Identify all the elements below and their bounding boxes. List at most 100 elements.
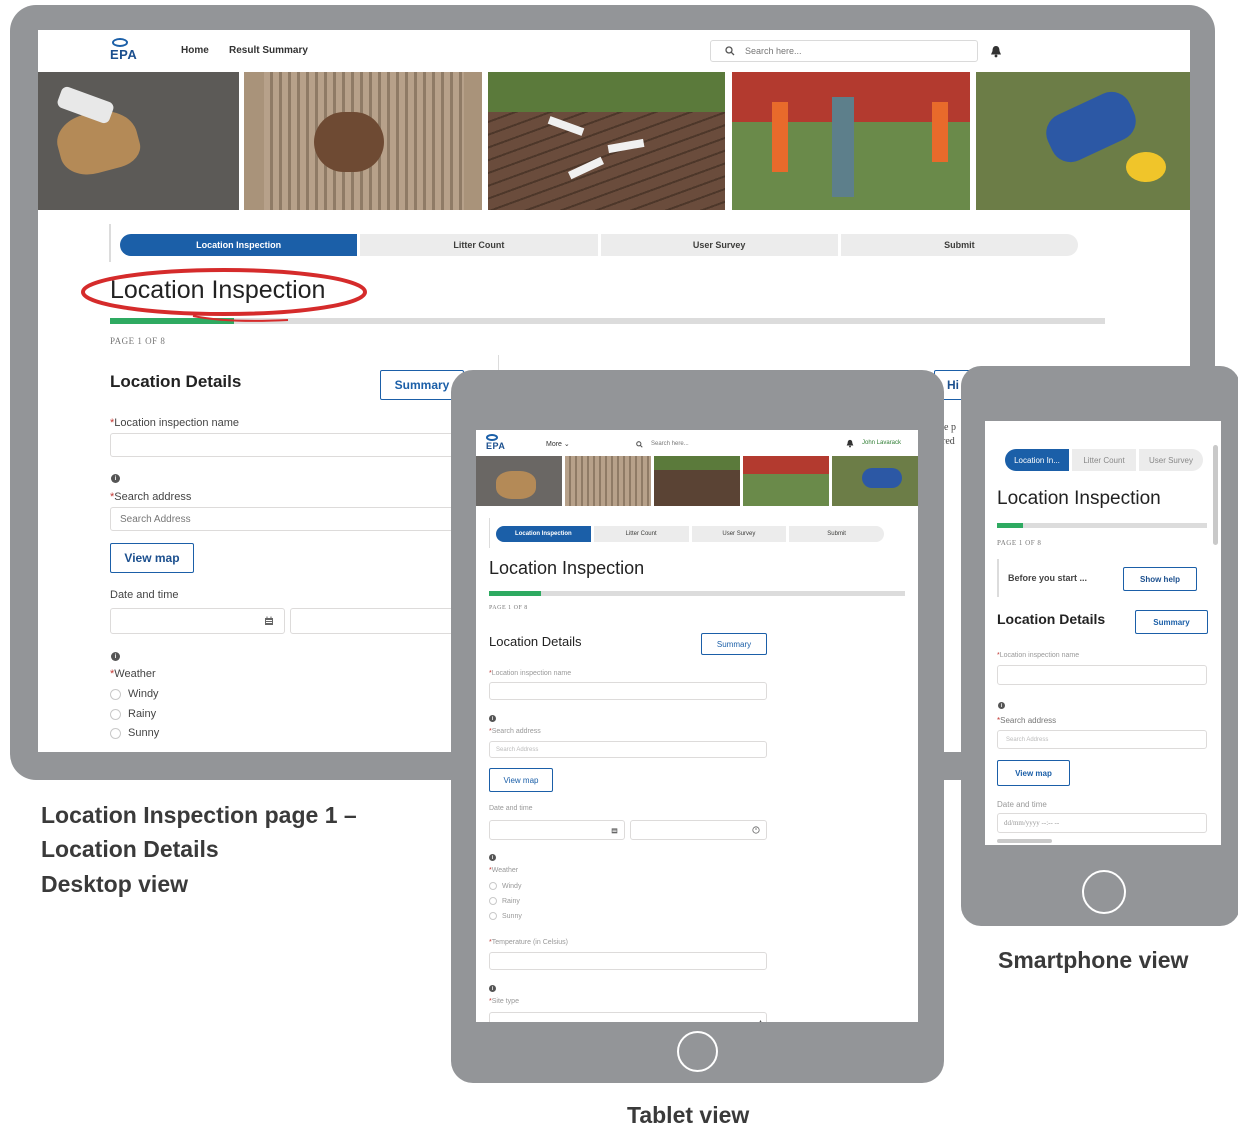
weather-option-label: Windy — [502, 882, 522, 890]
global-search-input[interactable]: Search here... — [710, 40, 978, 62]
search-address-placeholder: Search Address — [496, 746, 539, 753]
weather-option-rainy[interactable]: Rainy — [110, 708, 156, 720]
epa-logo[interactable]: EPA — [486, 434, 505, 451]
tablet-home-button[interactable] — [677, 1031, 718, 1072]
page-count: PAGE 1 OF 8 — [110, 336, 166, 346]
banner-photo-volunteers — [732, 72, 970, 210]
date-input[interactable] — [489, 820, 625, 840]
weather-option-sunny[interactable]: Sunny — [489, 912, 522, 920]
banner-photo-phone-user — [244, 72, 482, 210]
page-progress-bar — [997, 523, 1207, 528]
view-map-button[interactable]: View map — [997, 760, 1070, 786]
weather-label: *Weather — [489, 867, 519, 874]
banner-photo-volunteers — [743, 456, 829, 506]
caption-desktop-line-3: Desktop view — [41, 871, 188, 897]
epa-logo-text: EPA — [486, 441, 506, 451]
smartphone-home-button[interactable] — [1082, 870, 1126, 914]
info-icon[interactable]: i — [998, 702, 1005, 709]
weather-option-label: Sunny — [128, 727, 160, 739]
date-placeholder: dd/mm/yyyy --:-- -- — [1004, 819, 1060, 827]
path-step-submit[interactable]: Submit — [840, 234, 1078, 256]
info-icon[interactable]: i — [111, 474, 120, 483]
epa-logo[interactable]: EPA — [110, 38, 137, 62]
inspection-path: Location Inspection Litter Count User Su… — [496, 526, 884, 542]
path-step-location-inspection[interactable]: Location Inspection — [120, 234, 358, 256]
search-address-input[interactable]: Search Address — [489, 741, 767, 758]
epa-swoosh-icon — [486, 434, 498, 441]
inspection-path: Location Inspection Litter Count User Su… — [120, 234, 1078, 256]
date-time-input[interactable]: dd/mm/yyyy --:-- -- — [997, 813, 1207, 833]
location-name-input[interactable] — [489, 682, 767, 700]
search-address-label: *Search address — [997, 716, 1057, 725]
nav-result-summary[interactable]: Result Summary — [229, 45, 308, 56]
path-step-user-survey[interactable]: User Survey — [1139, 449, 1203, 471]
path-step-user-survey[interactable]: User Survey — [691, 526, 787, 542]
radio-circle[interactable] — [110, 727, 121, 739]
date-input[interactable] — [110, 608, 285, 634]
path-step-litter-count[interactable]: Litter Count — [360, 234, 598, 256]
path-step-user-survey[interactable]: User Survey — [600, 234, 838, 256]
path-step-location-inspection[interactable]: Location In... — [1005, 449, 1069, 471]
horizontal-scrollbar[interactable] — [997, 839, 1052, 843]
banner-photo-strip — [38, 72, 1190, 210]
time-input[interactable] — [630, 820, 767, 840]
search-address-input[interactable]: Search Address — [997, 730, 1207, 749]
show-help-button[interactable]: Show help — [1123, 567, 1197, 591]
summary-button[interactable]: Summary — [701, 633, 767, 655]
weather-option-label: Windy — [128, 688, 159, 700]
weather-option-windy[interactable]: Windy — [489, 882, 521, 890]
caption-desktop-line-1: Location Inspection page 1 – — [41, 802, 357, 828]
radio-circle[interactable] — [489, 897, 497, 905]
section-title-location-details: Location Details — [489, 634, 582, 649]
banner-photo-strip — [476, 456, 918, 506]
weather-option-rainy[interactable]: Rainy — [489, 897, 520, 905]
view-map-button[interactable]: View map — [110, 543, 194, 573]
radio-circle[interactable] — [489, 882, 497, 890]
caption-desktop-line-2: Location Details — [41, 836, 219, 862]
view-map-button[interactable]: View map — [489, 768, 553, 792]
notifications-bell-icon[interactable] — [846, 439, 854, 448]
tablet-screen: EPA More ⌄ Search here... John Lavarack … — [476, 430, 918, 1022]
search-address-input[interactable]: Search Address — [110, 507, 485, 531]
location-name-input[interactable] — [997, 665, 1207, 685]
page-title: Location Inspection — [489, 558, 645, 578]
vertical-scrollbar[interactable] — [1213, 445, 1218, 545]
calendar-icon[interactable] — [264, 616, 274, 626]
search-address-placeholder: Search Address — [120, 513, 191, 525]
info-icon[interactable]: i — [489, 854, 496, 861]
banner-photo-crushed-can — [976, 72, 1190, 210]
path-step-litter-count[interactable]: Litter Count — [1072, 449, 1136, 471]
banner-photo-cigarette-butts — [654, 456, 740, 506]
global-search-input[interactable]: Search here... — [626, 436, 826, 452]
location-name-input[interactable] — [110, 433, 485, 457]
page-count: PAGE 1 OF 8 — [489, 605, 528, 611]
radio-circle[interactable] — [489, 912, 497, 920]
weather-label: *Weather — [110, 668, 156, 680]
epa-swoosh-icon — [112, 38, 128, 47]
path-step-litter-count[interactable]: Litter Count — [593, 526, 689, 542]
weather-option-sunny[interactable]: Sunny — [110, 727, 159, 739]
info-icon[interactable]: i — [489, 985, 496, 992]
nav-more[interactable]: More ⌄ — [546, 440, 570, 448]
caption-smartphone: Smartphone view — [998, 947, 1189, 973]
clock-icon[interactable] — [752, 826, 760, 834]
notifications-bell-icon[interactable] — [990, 45, 1002, 58]
weather-option-label: Sunny — [502, 912, 522, 920]
user-name[interactable]: John Lavarack — [862, 440, 901, 446]
section-title-location-details: Location Details — [997, 611, 1106, 627]
path-step-submit[interactable]: Submit — [789, 526, 884, 542]
path-step-location-inspection[interactable]: Location Inspection — [496, 526, 591, 542]
radio-circle[interactable] — [110, 688, 121, 700]
search-address-label: *Search address — [110, 491, 192, 503]
location-name-label: *Location inspection name — [110, 417, 240, 429]
date-time-label: Date and time — [110, 589, 179, 601]
radio-circle[interactable] — [110, 708, 121, 720]
info-icon[interactable]: i — [489, 715, 496, 722]
info-icon[interactable]: i — [111, 652, 120, 661]
summary-button[interactable]: Summary — [1135, 610, 1208, 634]
calendar-icon[interactable] — [611, 827, 618, 834]
temperature-input[interactable] — [489, 952, 767, 970]
nav-home[interactable]: Home — [181, 45, 209, 56]
weather-option-windy[interactable]: Windy — [110, 688, 159, 700]
site-type-select[interactable]: ▴ — [489, 1012, 767, 1022]
